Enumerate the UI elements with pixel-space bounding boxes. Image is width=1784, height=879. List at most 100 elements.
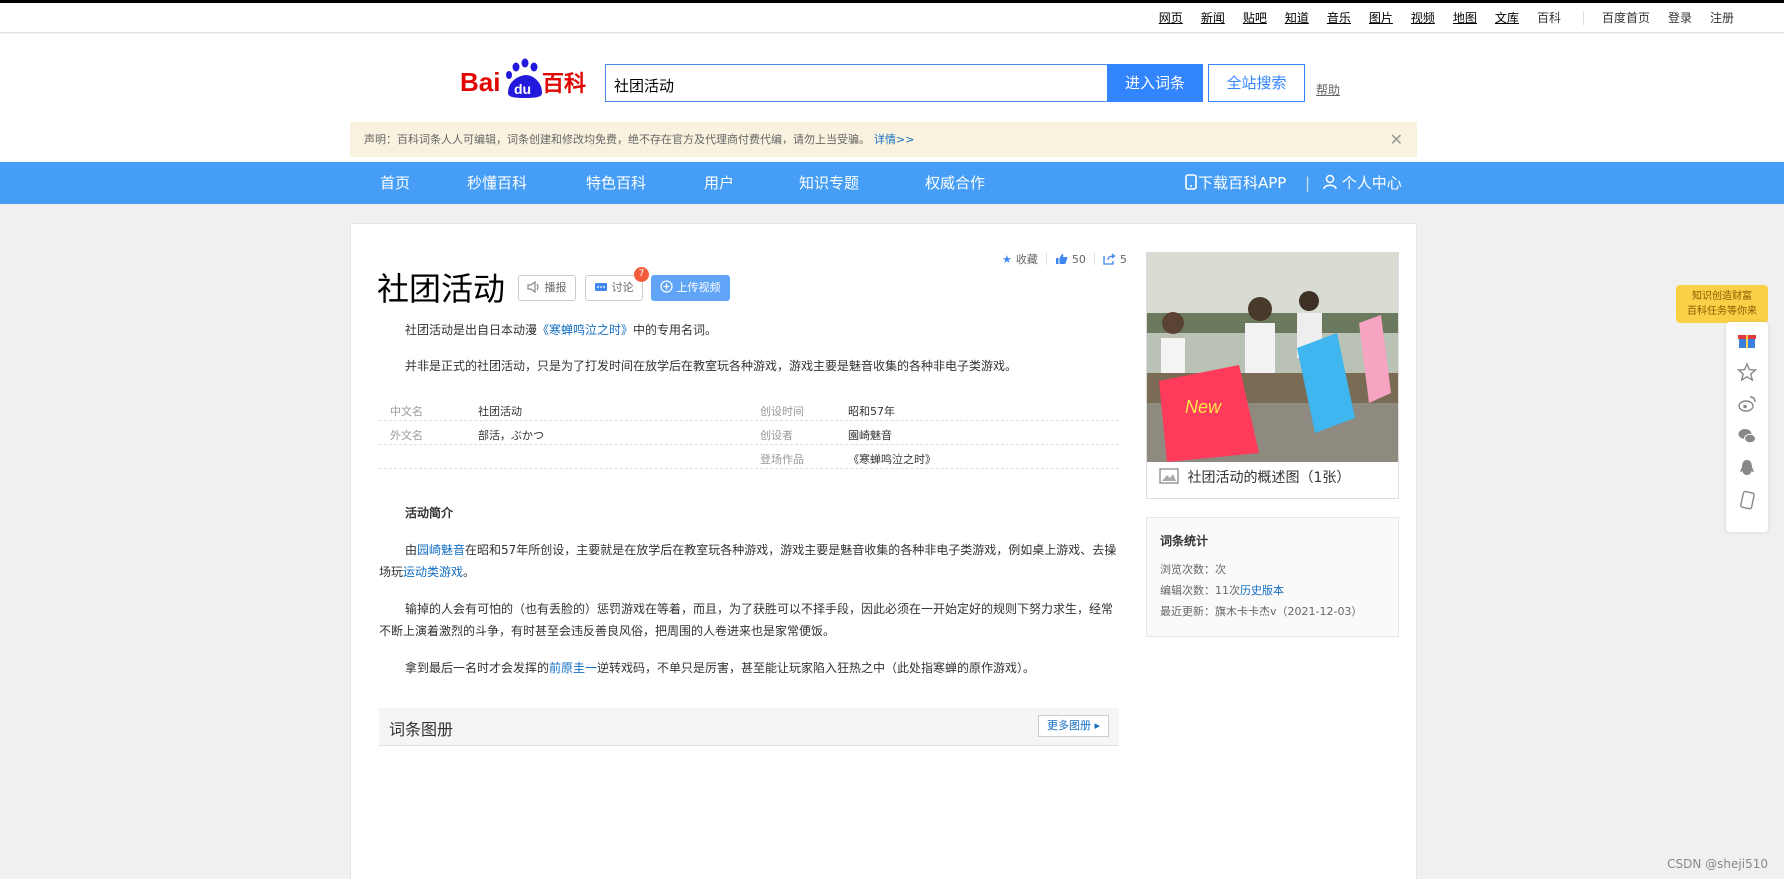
page-title: 社团活动 [377,270,506,308]
body-text: 。 [463,565,476,579]
broadcast-label: 播报 [544,281,567,294]
discuss-label: 讨论 [611,281,634,294]
character-link[interactable]: 前原圭一 [549,661,597,675]
user-icon [1323,174,1337,190]
topnav-video[interactable]: 视频 [1411,9,1435,26]
nav-users[interactable]: 用户 [704,162,734,204]
topnav-login[interactable]: 登录 [1668,9,1692,26]
edit-count: 编辑次数：11次历史版本 [1160,582,1284,598]
info-value: 園崎魅音 [848,429,892,442]
summary-text: 社团活动是出自日本动漫 [405,323,538,337]
topnav-baidu-home[interactable]: 百度首页 [1602,9,1650,26]
notice-banner: 声明：百科词条人人可编辑，词条创建和修改均免费，绝不存在官方及代理商付费代编，请… [350,122,1417,157]
global-search-button[interactable]: 全站搜索 [1208,64,1305,102]
svg-text:百科: 百科 [542,72,586,97]
notice-text: 声明：百科词条人人可编辑，词条创建和修改均免费，绝不存在官方及代理商付费代编，请… [364,133,870,146]
thumbs-up-icon[interactable] [1055,253,1068,265]
work-link[interactable]: 《寒蝉鸣泣之时》 [537,323,633,337]
plus-circle-icon [660,280,673,293]
history-link[interactable]: 历史版本 [1240,584,1284,597]
info-row: 外文名 部活，ぶかつ 创设者 園崎魅音 [379,421,1119,445]
body-text: 在昭和57年所创设，主要就是在放学后在教室玩各种游戏，游戏主要是魅音收集的各种非… [379,543,1117,579]
qq-icon[interactable] [1737,458,1757,478]
info-key: 外文名 [390,429,423,442]
topnav-web[interactable]: 网页 [1159,9,1183,26]
topnav-wenku[interactable]: 文库 [1495,9,1519,26]
body-text: 拿到最后一名时才会发挥的 [405,661,550,675]
top-nav: 网页 新闻 贴吧 知道 音乐 图片 视频 地图 文库 百科 百度首页 登录 注册 [1141,9,1734,26]
phone-icon [1185,174,1197,190]
enter-entry-button[interactable]: 进入词条 [1107,64,1203,102]
body-text: 由 [405,543,418,557]
summary-paragraph-2: 并非是正式的社团活动，只是为了打发时间在放学后在教室玩各种游戏，游戏主要是魅音收… [405,359,1018,373]
share-sidebar [1726,322,1768,532]
chevron-right-icon: ▸ [1094,719,1100,732]
album-title: 词条图册 [389,720,454,739]
svg-text:New: New [1185,397,1222,417]
close-icon[interactable]: ✕ [1390,122,1403,157]
info-key: 中文名 [390,405,423,418]
info-value: 《寒蝉鸣泣之时》 [848,453,936,466]
nav-topics[interactable]: 知识专题 [799,162,859,204]
topnav-images[interactable]: 图片 [1369,9,1393,26]
body-paragraph-2: 输掉的人会有可怕的（也有丢脸的）惩罚游戏在等着，而且，为了获胜可以不择手段，因此… [379,602,1114,638]
topnav-register[interactable]: 注册 [1710,9,1734,26]
task-promo-line: 知识创造财富 [1692,291,1752,302]
nav-personal-center[interactable]: 个人中心 [1323,162,1402,204]
wechat-icon[interactable] [1737,426,1757,446]
summary-text: 中的专用名词。 [633,323,718,337]
info-row: 中文名 社团活动 创设时间 昭和57年 [379,397,1119,421]
broadcast-button[interactable]: 播报 [518,275,576,301]
view-count: 浏览次数：次 [1160,563,1226,576]
star-outline-icon[interactable] [1737,362,1757,382]
search-input[interactable]: 社团活动 [605,64,1108,102]
baidu-baike-logo[interactable]: Bai du 百科 [460,57,590,99]
entry-photo[interactable]: New [1147,253,1398,462]
main-nav: 首页 秒懂百科 特色百科 用户 知识专题 权威合作 下载百科APP | 个人中心 [0,162,1784,204]
star-icon[interactable]: ★ [1002,253,1012,266]
info-key: 登场作品 [760,453,804,466]
topnav-tieba[interactable]: 贴吧 [1243,9,1267,26]
action-divider [1045,253,1047,265]
nav-download-app[interactable]: 下载百科APP [1184,162,1286,204]
nav-partners[interactable]: 权威合作 [925,162,985,204]
notice-details-link[interactable]: 详情>> [874,133,914,146]
entry-photo-card[interactable]: New 社团活动的概述图（1张） [1146,252,1399,499]
share-icon[interactable] [1103,253,1116,265]
info-value: 部活，ぶかつ [478,429,544,442]
album-section: 词条图册 更多图册 ▸ [379,708,1119,746]
topnav-divider [1582,10,1584,25]
nav-miaodong[interactable]: 秒懂百科 [467,162,527,204]
nav-home[interactable]: 首页 [380,162,410,204]
more-albums-label: 更多图册 [1046,719,1091,732]
stats-title: 词条统计 [1160,534,1209,548]
collect-label[interactable]: 收藏 [1016,251,1038,267]
topnav-zhidao[interactable]: 知道 [1285,9,1309,26]
task-promo-badge[interactable]: 知识创造财富 百科任务等你来 [1676,285,1768,323]
nav-featured[interactable]: 特色百科 [586,162,646,204]
weibo-icon[interactable] [1737,394,1757,414]
help-link[interactable]: 帮助 [1316,81,1340,98]
gift-icon[interactable] [1737,330,1757,350]
upload-video-label: 上传视频 [676,281,721,294]
summary-paragraph-1: 社团活动是出自日本动漫《寒蝉鸣泣之时》中的专用名词。 [379,319,1119,341]
person-link[interactable]: 园崎魅音 [417,543,465,557]
upload-video-button[interactable]: 上传视频 [651,275,730,301]
watermark: CSDN @sheji510 [1667,857,1768,871]
last-updated: 最近更新：旗木卡卡杰v（2021-12-03） [1160,605,1363,618]
info-value: 社团活动 [478,405,522,418]
comment-icon [595,283,607,291]
photo-caption[interactable]: 社团活动的概述图（1张） [1159,467,1350,487]
body-paragraph-1: 由园崎魅音在昭和57年所创设，主要就是在放学后在教室玩各种游戏，游戏主要是魅音收… [379,539,1119,583]
mobile-icon[interactable] [1737,490,1757,510]
share-count: 5 [1119,252,1127,266]
more-albums-button[interactable]: 更多图册 ▸ [1037,715,1109,737]
info-key: 创设时间 [760,405,804,418]
topnav-map[interactable]: 地图 [1453,9,1477,26]
discuss-button[interactable]: 讨论 [585,275,643,301]
topnav-music[interactable]: 音乐 [1327,9,1351,26]
sports-games-link[interactable]: 运动类游戏 [403,565,463,579]
svg-text:du: du [514,81,531,97]
topnav-news[interactable]: 新闻 [1201,9,1225,26]
speaker-icon [527,280,539,294]
